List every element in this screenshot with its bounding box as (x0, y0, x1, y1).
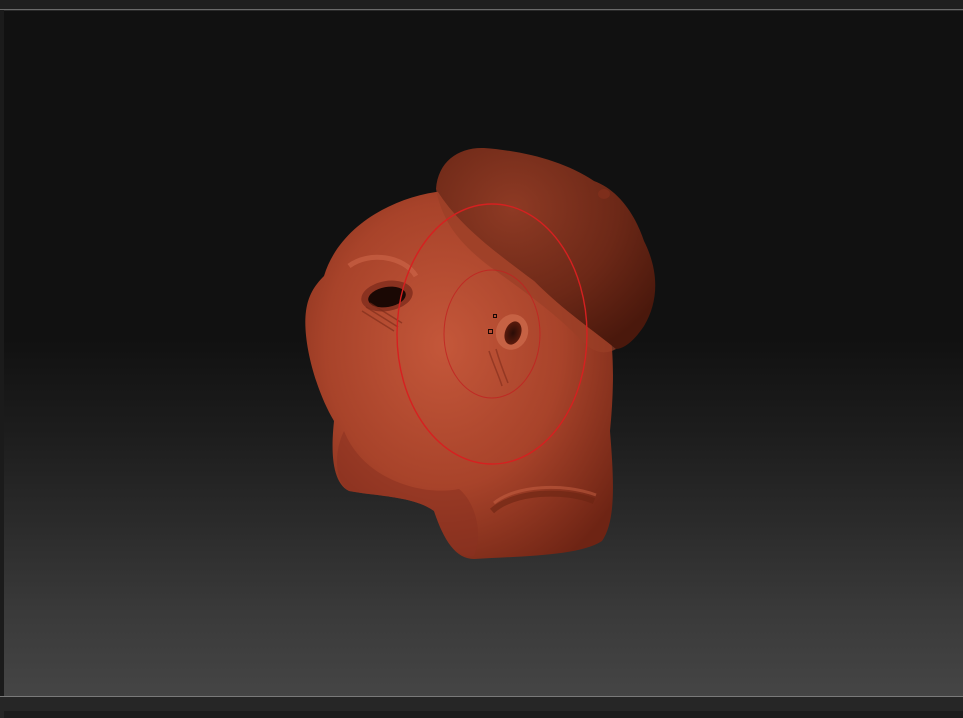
hat-knob (598, 189, 610, 199)
sculpt-model[interactable] (4, 11, 963, 696)
document-canvas[interactable] (4, 11, 963, 696)
bottom-status-strip (0, 696, 963, 718)
bottom-shelf (4, 711, 963, 718)
top-toolbar-strip (0, 0, 963, 10)
sculpt-app-window (0, 0, 963, 718)
